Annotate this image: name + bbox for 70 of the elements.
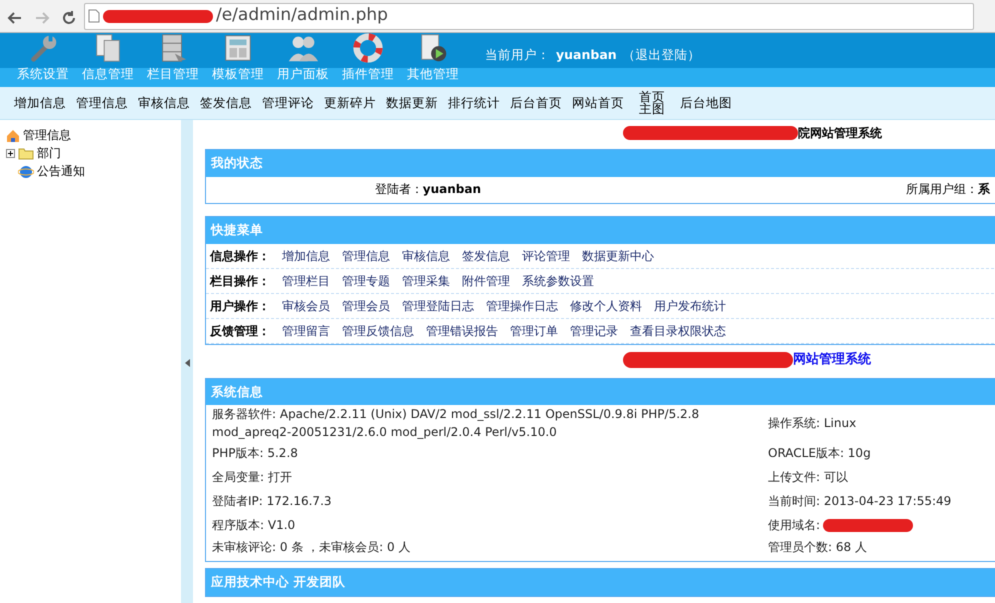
sub-nav-link[interactable]: 增加信息 [12, 94, 68, 112]
quick-link[interactable]: 管理信息 [342, 246, 390, 264]
info-text: 程序版本: V1.0 [212, 517, 296, 534]
site-title: 院网站管理系统 [798, 125, 882, 142]
address-bar[interactable]: /e/admin/admin.php [84, 2, 974, 30]
url-text: /e/admin/admin.php [216, 4, 388, 28]
info-text: 登陆者IP: 172.16.7.3 [212, 493, 333, 510]
quick-link[interactable]: 审核会员 [282, 296, 330, 314]
sub-nav-link[interactable]: 排行统计 [446, 94, 502, 112]
row-label: 栏目操作： [210, 272, 270, 290]
panel-header: 我的状态 [206, 150, 995, 177]
tree-node[interactable]: 公告通知 [37, 162, 85, 180]
sub-nav-link[interactable]: 更新碎片 [322, 94, 378, 112]
info-text: 当前时间: 2013-04-23 17:55:49 [768, 493, 952, 510]
login-label: 登陆者： [374, 180, 423, 198]
sub-nav-link[interactable]: 网站首页 [570, 94, 626, 112]
sub-nav-link[interactable]: 管理评论 [260, 94, 316, 112]
panel-header: 应用技术中心 开发团队 [206, 569, 995, 596]
quick-link[interactable]: 管理留言 [282, 322, 330, 340]
sub-nav-link[interactable]: 管理信息 [74, 94, 130, 112]
row-label: 用户操作： [210, 298, 270, 314]
sub-nav-link[interactable]: 数据更新 [384, 94, 440, 112]
info-text: 上传文件: 可以 [768, 469, 848, 486]
sub-nav-link[interactable]: 审核信息 [136, 94, 192, 112]
login-user: yuanban [422, 180, 481, 198]
tree-node[interactable]: 管理信息 [23, 126, 71, 144]
panel-header: 快捷菜单 [206, 216, 995, 244]
quick-link[interactable]: 修改个人资料 [570, 296, 642, 314]
info-text: PHP版本: 5.2.8 [212, 445, 299, 462]
quick-link[interactable]: 附件管理 [462, 272, 510, 290]
info-text: 服务器软件: Apache/2.2.11 (Unix) DAV/2 mod_ssl/2.2.11 OpenSSL/0.9.8i PHP/5.2.8 mod_apreq2-20051231/2.6.0 mod_perl/2.0.4 Perl/v5.10.0 [212, 406, 700, 442]
quick-link[interactable]: 评论管理 [522, 246, 570, 264]
row-label: 信息操作： [210, 248, 270, 264]
quick-link[interactable]: 数据更新中心 [582, 246, 654, 264]
quick-link[interactable]: 用户发布统计 [654, 296, 726, 314]
info-text: 使用域名: [768, 517, 820, 534]
row-label: 反馈管理： [210, 322, 270, 340]
info-text: 管理员个数: 68 人 [768, 539, 867, 556]
quick-link[interactable]: 签发信息 [462, 246, 510, 264]
info-text: 操作系统: Linux [768, 415, 856, 432]
sub-nav-link[interactable]: 首页主图 [632, 90, 672, 116]
sub-nav-link[interactable]: 后台首页 [508, 94, 564, 112]
quick-link[interactable]: 系统参数设置 [522, 272, 594, 290]
current-user-label: 当前用户： [485, 46, 550, 64]
quick-link[interactable]: 管理操作日志 [486, 296, 558, 314]
info-text: 未审核评论: 0 条 ，未审核会员: 0 人 [212, 539, 412, 556]
quick-link[interactable]: 管理栏目 [282, 272, 330, 290]
quick-link[interactable]: 管理专题 [342, 272, 390, 290]
info-text: 全局变量: 打开 [212, 469, 293, 486]
tree-node[interactable]: 部门 [37, 144, 61, 162]
site-title: 网站管理系统 [793, 350, 871, 369]
info-text: ORACLE版本: 10g [768, 445, 871, 462]
quick-link[interactable]: 查看目录权限状态 [630, 322, 726, 340]
group-label: 所属用户组： [906, 180, 978, 198]
sub-nav-link[interactable]: 后台地图 [678, 94, 734, 112]
sub-nav-link[interactable]: 签发信息 [198, 94, 254, 112]
quick-link[interactable]: 管理记录 [570, 322, 618, 340]
quick-link[interactable]: 管理订单 [510, 322, 558, 340]
quick-link[interactable]: 管理错误报告 [426, 322, 498, 340]
quick-link[interactable]: 管理会员 [342, 296, 390, 314]
panel-header: 系统信息 [206, 378, 995, 406]
group-value: 系 [978, 180, 990, 198]
username: yuanban [556, 46, 617, 64]
logout-link[interactable]: （退出登陆） [622, 46, 701, 65]
ring-icon [351, 31, 385, 66]
quick-link[interactable]: 管理登陆日志 [402, 296, 474, 314]
quick-link[interactable]: 增加信息 [282, 246, 330, 264]
quick-link[interactable]: 审核信息 [402, 246, 450, 264]
quick-link[interactable]: 管理采集 [402, 272, 450, 290]
quick-link[interactable]: 管理反馈信息 [342, 322, 414, 340]
